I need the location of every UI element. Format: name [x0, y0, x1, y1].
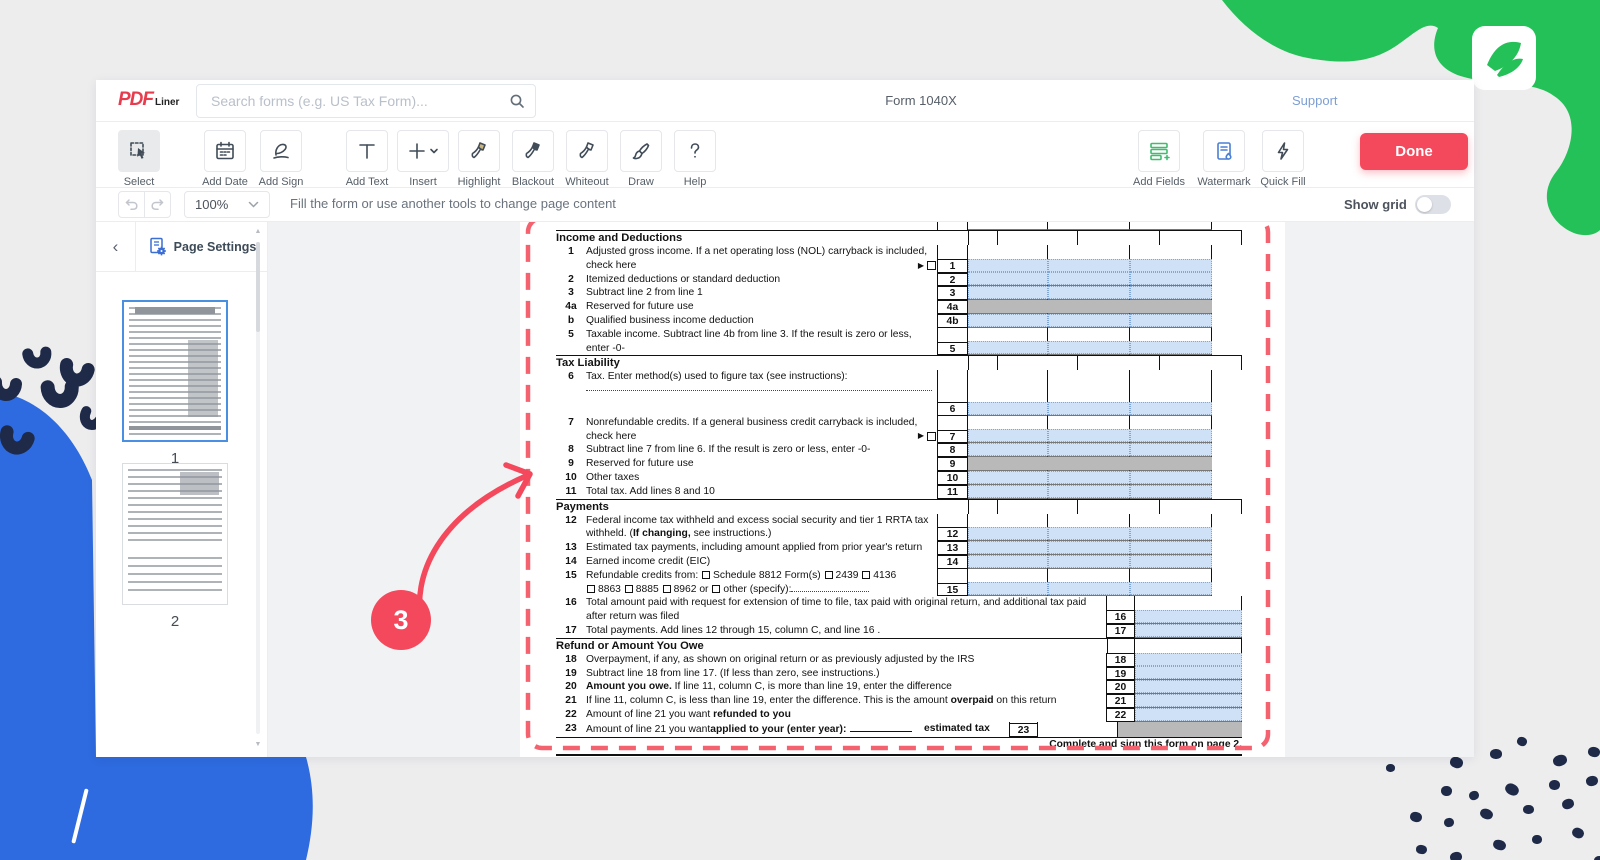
add-text-button[interactable]: Add Text [340, 130, 394, 188]
page-thumbnail-1[interactable] [122, 300, 228, 442]
navy-dot [1386, 764, 1395, 772]
navy-dot [1503, 781, 1521, 798]
navy-dot [1492, 838, 1507, 852]
select-tool-button[interactable]: Select [112, 130, 166, 188]
navy-dot [1549, 780, 1560, 790]
navy-dot [1441, 786, 1453, 797]
navy-dot [1468, 790, 1480, 802]
whiteout-brush-icon [576, 140, 598, 162]
show-grid-label: Show grid [1344, 197, 1407, 212]
app-screenshot: PDF Liner Form 1040X Support Select [0, 0, 1600, 860]
add-fields-button[interactable]: Add Fields [1132, 130, 1186, 188]
draw-paintbrush-icon [630, 140, 652, 162]
search-box[interactable] [196, 84, 536, 118]
watermark-icon [1213, 140, 1235, 162]
draw-button[interactable]: Draw [614, 130, 668, 188]
white-slash-decoration [71, 788, 88, 843]
add-fields-icon [1147, 140, 1171, 162]
insert-plus-icon [406, 140, 440, 162]
add-date-button[interactable]: Add Date [198, 130, 252, 188]
page-settings-button[interactable]: Page Settings [136, 222, 268, 272]
pdfliner-logo-tile [1472, 26, 1536, 90]
highlight-dashed-border [524, 222, 1272, 754]
navy-dot [1516, 736, 1528, 748]
navy-dot [1449, 756, 1464, 770]
form-footer: For Paperwork Reduction Act Notice, see … [556, 754, 1242, 757]
quick-fill-button[interactable]: Quick Fill [1256, 130, 1310, 188]
navy-dot [1479, 807, 1495, 821]
sidebar-scrollbar[interactable]: ▲ ▼ [253, 228, 263, 748]
scrollbar-thumb[interactable] [256, 242, 260, 332]
done-button[interactable]: Done [1360, 133, 1468, 170]
calendar-icon [214, 140, 236, 162]
redo-button[interactable] [144, 191, 171, 218]
sub-toolbar: 100% Fill the form or use another tools … [96, 188, 1474, 222]
document-title: Form 1040X [856, 93, 986, 108]
pages-sidebar: ‹ Page Settings [96, 222, 268, 757]
navy-dot [1449, 851, 1463, 860]
page-2-number: 2 [122, 613, 228, 630]
select-cursor-icon [128, 140, 150, 162]
navy-dot [1415, 844, 1427, 854]
navy-dot [1490, 749, 1502, 759]
navy-dot [1443, 817, 1454, 827]
show-grid-toggle[interactable] [1415, 195, 1451, 214]
scroll-down-icon[interactable]: ▼ [253, 741, 263, 748]
page-settings-label: Page Settings [174, 240, 257, 254]
scroll-up-icon[interactable]: ▲ [253, 228, 263, 235]
page-thumbnail-2[interactable] [122, 463, 228, 605]
toolbar: Select Add Date Add Sign [96, 122, 1474, 188]
search-input[interactable] [209, 85, 509, 117]
navy-dot [1561, 797, 1576, 810]
page-1-preview [129, 307, 221, 435]
navy-dot [1552, 753, 1568, 767]
undo-button[interactable] [118, 191, 145, 218]
pdfliner-mark-icon [1481, 35, 1527, 81]
text-icon [356, 140, 378, 162]
hint-text: Fill the form or use another tools to ch… [290, 196, 616, 211]
pdfliner-logo[interactable]: PDF Liner [118, 89, 179, 111]
page-2-preview [128, 469, 222, 546]
logo-liner-text: Liner [155, 97, 179, 108]
lightning-icon [1272, 140, 1294, 162]
signature-pen-icon [270, 140, 292, 162]
search-icon[interactable] [509, 93, 525, 109]
add-sign-button[interactable]: Add Sign [254, 130, 308, 188]
highlight-brush-icon [468, 140, 490, 162]
help-button[interactable]: Help [668, 130, 722, 188]
step-badge: 3 [371, 590, 431, 650]
app-header: PDF Liner Form 1040X Support [96, 80, 1474, 122]
toggle-knob [1417, 197, 1432, 212]
insert-button[interactable]: Insert [396, 130, 450, 188]
support-link[interactable]: Support [1292, 93, 1338, 108]
whiteout-button[interactable]: Whiteout [560, 130, 614, 188]
navy-dot [1587, 746, 1600, 758]
blackout-brush-icon [522, 140, 544, 162]
navy-dot [1594, 856, 1600, 860]
collapse-sidebar-button[interactable]: ‹ [96, 222, 136, 272]
navy-dot [1409, 811, 1423, 823]
chevron-down-icon [248, 201, 259, 208]
zoom-level-value: 100% [195, 197, 228, 212]
blackout-button[interactable]: Blackout [506, 130, 560, 188]
zoom-level-select[interactable]: 100% [184, 191, 270, 218]
page-settings-icon [148, 237, 167, 256]
highlight-button[interactable]: Highlight [452, 130, 506, 188]
help-question-icon [684, 140, 706, 162]
navy-dot [1523, 805, 1534, 814]
navy-dot [1585, 775, 1599, 787]
app-window: PDF Liner Form 1040X Support Select [96, 80, 1474, 757]
navy-dot [1532, 835, 1542, 844]
navy-dot [1570, 826, 1585, 840]
document-canvas: Income and Deductions1Adjusted gross inc… [268, 222, 1474, 757]
logo-pdf-text: PDF [118, 89, 153, 111]
watermark-button[interactable]: Watermark [1197, 130, 1251, 188]
